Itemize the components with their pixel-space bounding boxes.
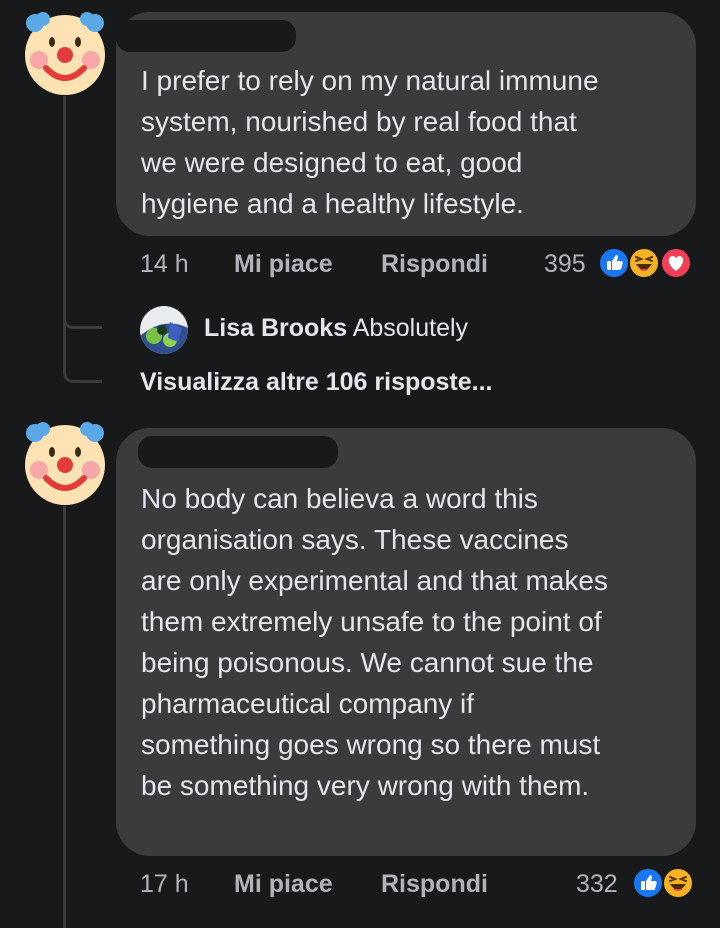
like-button[interactable]: Mi piace (234, 870, 333, 899)
reaction-count[interactable]: 395 (544, 250, 586, 279)
reply-author-name[interactable]: Lisa Brooks (204, 314, 347, 342)
reply-button[interactable]: Rispondi (381, 250, 488, 279)
love-reaction-icon (660, 247, 692, 279)
reactions[interactable] (632, 867, 698, 899)
reaction-count[interactable]: 332 (576, 870, 618, 899)
clown-avatar-icon[interactable] (22, 420, 108, 506)
comment-time: 17 h (140, 870, 189, 898)
redacted-author-name (138, 436, 338, 468)
comment-bubble: No body can believa a word this organisa… (116, 428, 696, 856)
reply-button[interactable]: Rispondi (381, 870, 488, 899)
reply-body: Absolutely (352, 314, 469, 342)
haha-reaction-icon (662, 867, 694, 899)
comment-time: 14 h (140, 250, 189, 278)
reply-text: Lisa Brooks Absolutely (204, 314, 468, 343)
reactions[interactable] (598, 247, 698, 279)
thread-line (63, 506, 66, 928)
like-reaction-icon (632, 867, 664, 899)
comment-text: No body can believa a word this organisa… (141, 483, 608, 801)
haha-reaction-icon (628, 247, 660, 279)
comment-bubble: I prefer to rely on my natural immune sy… (116, 12, 696, 236)
reply-avatar[interactable] (140, 306, 188, 354)
redacted-author-name (116, 20, 296, 52)
like-button[interactable]: Mi piace (234, 250, 333, 279)
like-reaction-icon (598, 247, 630, 279)
clown-avatar-icon[interactable] (22, 10, 108, 96)
comment-text: I prefer to rely on my natural immune sy… (141, 65, 599, 219)
more-replies-connector (63, 300, 102, 383)
view-more-replies-link[interactable]: Visualizza altre 106 risposte... (140, 368, 493, 397)
